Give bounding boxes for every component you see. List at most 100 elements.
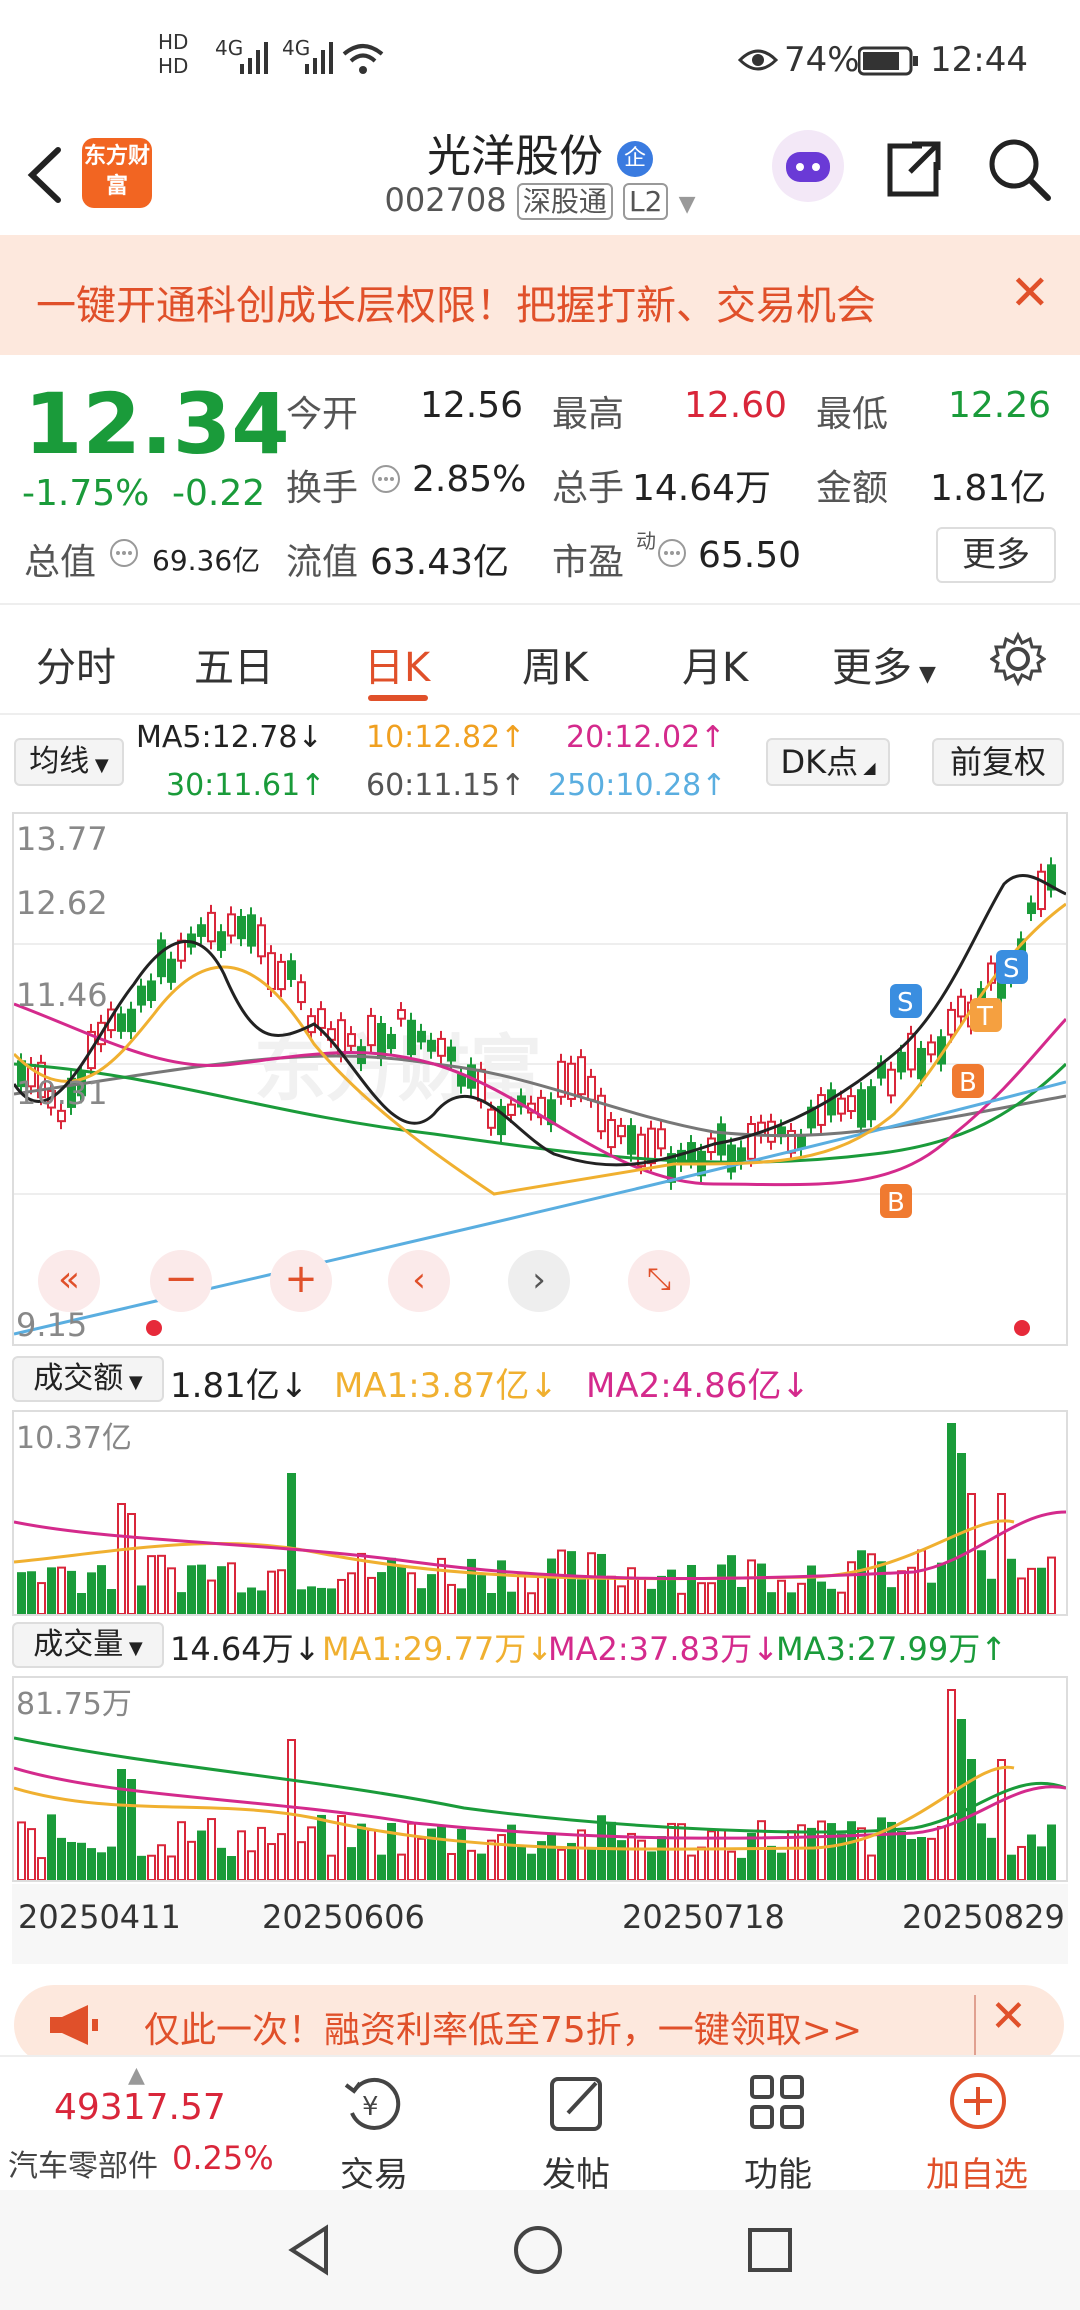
- volume-bar: [837, 1591, 846, 1616]
- volume-bar: [107, 1846, 116, 1881]
- volume-bar: [57, 1566, 66, 1615]
- low-label: 最低: [816, 394, 889, 435]
- volume-bar: [207, 1579, 216, 1615]
- volume-ma1-text: MA1:29.77万: [322, 1630, 527, 1668]
- pe-dynamic-mark: 动: [636, 529, 656, 553]
- nav-back-icon[interactable]: [282, 2222, 338, 2278]
- volume-bar: [117, 1503, 126, 1615]
- add-circle-icon[interactable]: [946, 2069, 1010, 2133]
- volume-bar: [1007, 1854, 1016, 1882]
- active-tab-indicator: [368, 695, 428, 701]
- candle: [397, 1009, 406, 1020]
- ma250-text: 250:10.28: [548, 768, 702, 803]
- add-watchlist-button[interactable]: 加自选: [926, 2147, 1028, 2196]
- share-icon[interactable]: [882, 138, 944, 200]
- candle: [837, 1097, 846, 1115]
- tab-more[interactable]: 更多 ▼: [832, 635, 936, 693]
- connect-tag: 深股通: [516, 183, 613, 220]
- zoom-in-icon[interactable]: +: [270, 1250, 332, 1312]
- candle: [227, 913, 236, 937]
- info-dots-icon[interactable]: [656, 537, 688, 569]
- tab-weekly-k[interactable]: 周K: [522, 635, 588, 693]
- volume-bar: [897, 1830, 906, 1882]
- volume-bar: [837, 1833, 846, 1882]
- zoom-out-icon[interactable]: −: [150, 1250, 212, 1312]
- volume-bar: [1047, 1556, 1056, 1616]
- tab-daily-k[interactable]: 日K: [364, 635, 430, 693]
- amount-chart[interactable]: 10.37亿: [12, 1410, 1068, 1616]
- volume-bar: [857, 1550, 866, 1615]
- volume-bar: [87, 1848, 96, 1882]
- sector-change: 0.25%: [172, 2139, 274, 2177]
- sector-index-value[interactable]: 49317.57: [54, 2087, 226, 2128]
- robot-assistant-icon[interactable]: [772, 130, 844, 202]
- volume-bar: [487, 1839, 496, 1881]
- candle: [767, 1120, 776, 1143]
- grid-icon[interactable]: [746, 2071, 810, 2135]
- stock-header: 东方财富 光洋股份 企 002708 深股通 L2 ▼: [0, 120, 1080, 235]
- volume-bar: [417, 1837, 426, 1882]
- volume-bar: [887, 1587, 896, 1615]
- volume-select[interactable]: 成交量 ▼: [12, 1622, 164, 1668]
- info-dots-icon[interactable]: [108, 537, 140, 569]
- sector-name[interactable]: 汽车零部件: [8, 2141, 158, 2185]
- kline-chart[interactable]: 东方财富 13.77 12.62 11.46 10.31 9.15 S S B …: [12, 812, 1068, 1346]
- close-icon[interactable]: ✕: [990, 1991, 1027, 2042]
- promo-banner[interactable]: 一键开通科创成长层权限！把握打新、交易机会 ✕: [0, 235, 1080, 355]
- nav-recents-icon[interactable]: [742, 2222, 798, 2278]
- volume-bar: [397, 1565, 406, 1616]
- candle: [247, 914, 256, 947]
- ma20-value: 20:12.02↑: [566, 720, 725, 755]
- adjust-button[interactable]: 前复权: [932, 738, 1064, 786]
- close-icon[interactable]: ✕: [1010, 265, 1050, 321]
- chevron-right-icon[interactable]: ›: [508, 1250, 570, 1312]
- date-label: 20250606: [262, 1898, 425, 1936]
- pe-label: 市盈: [552, 542, 625, 583]
- volume-bar: [657, 1575, 666, 1615]
- chevron-left-icon[interactable]: ‹: [388, 1250, 450, 1312]
- volume-bar: [977, 1823, 986, 1882]
- volume-bar: [27, 1571, 36, 1616]
- search-icon[interactable]: [986, 136, 1052, 202]
- volume-bar: [97, 1565, 106, 1615]
- amount-select[interactable]: 成交额 ▼: [12, 1356, 164, 1402]
- volume-svg: 81.75万: [13, 1687, 1067, 1882]
- trade-icon[interactable]: ¥: [340, 2073, 410, 2137]
- volume-bar: [237, 1592, 246, 1616]
- candle: [577, 1056, 586, 1096]
- y-axis-label: 13.77: [16, 820, 108, 858]
- tab-intraday[interactable]: 分时: [36, 635, 116, 693]
- dk-point-button[interactable]: DK点 ◢: [766, 738, 890, 786]
- volume-bar: [477, 1853, 486, 1881]
- volume-bar: [537, 1573, 546, 1615]
- volume-bar: [497, 1834, 506, 1881]
- volume-bar: [557, 1549, 566, 1616]
- amount-bars-layer: [17, 1423, 1056, 1616]
- quote-panel: 12.34 -1.75% -0.22 总值 69.36亿 今开 12.56 最高…: [0, 355, 1080, 605]
- tab-five-day[interactable]: 五日: [194, 635, 274, 693]
- volume-bar: [467, 1849, 476, 1881]
- ma-select[interactable]: 均线 ▼: [14, 738, 124, 786]
- volume-bar: [197, 1564, 206, 1615]
- volume-bar: [47, 1814, 56, 1881]
- trade-button[interactable]: 交易: [340, 2147, 408, 2196]
- post-icon[interactable]: [546, 2071, 610, 2135]
- volume-ma1: MA1:29.77万↓: [322, 1624, 553, 1670]
- volume-axis-top: 81.75万: [16, 1687, 132, 1722]
- clock: 12:44: [930, 40, 1028, 80]
- volume-chart[interactable]: 81.75万: [12, 1676, 1068, 1882]
- more-quote-button[interactable]: 更多: [936, 527, 1056, 583]
- volume-bar: [877, 1561, 886, 1615]
- expand-icon[interactable]: ⤡: [628, 1250, 690, 1312]
- financing-promo[interactable]: 仅此一次！融资利率低至75折，一键领取>> ✕: [14, 1985, 1064, 2065]
- tab-monthly-k[interactable]: 月K: [682, 635, 748, 693]
- code-dropdown-icon[interactable]: ▼: [679, 192, 696, 217]
- volume-bar: [437, 1826, 446, 1881]
- rewind-icon[interactable]: «: [38, 1250, 100, 1312]
- post-button[interactable]: 发帖: [542, 2147, 610, 2196]
- info-dots-icon[interactable]: [370, 463, 402, 495]
- nav-home-icon[interactable]: [510, 2222, 566, 2278]
- gear-icon[interactable]: [989, 631, 1047, 687]
- volume-bar: [317, 1587, 326, 1616]
- function-button[interactable]: 功能: [744, 2147, 812, 2196]
